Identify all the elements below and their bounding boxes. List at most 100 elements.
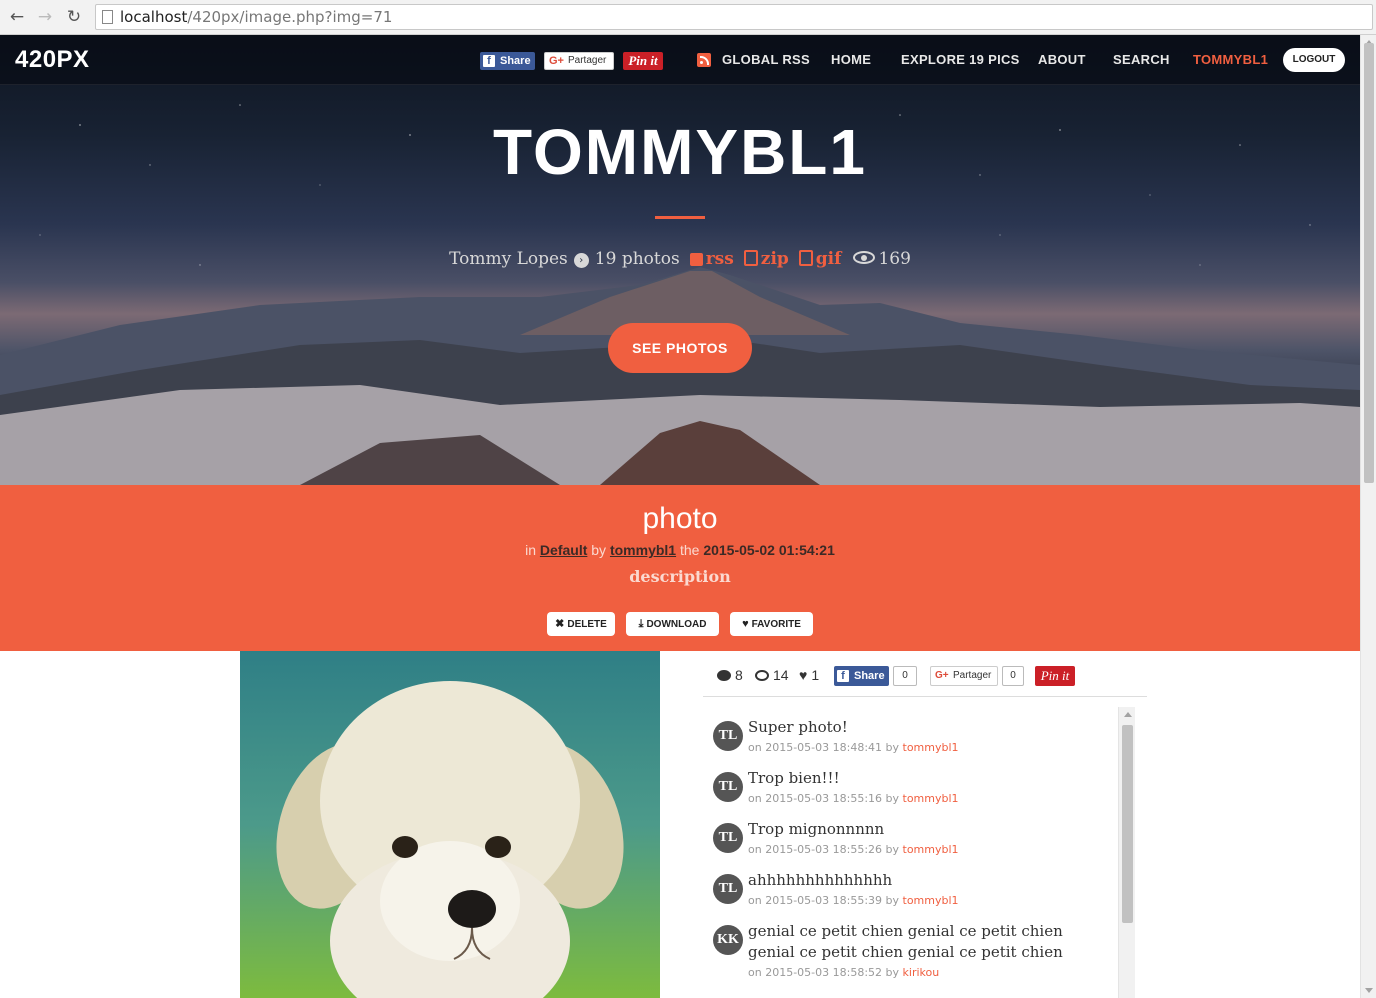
comment-meta: on 2015-05-03 18:58:52 by kirikou xyxy=(748,966,939,979)
browser-toolbar: ← → ↻ localhost/420px/image.php?img=71 xyxy=(0,0,1376,35)
comments-scrollbar[interactable] xyxy=(1118,707,1135,998)
profile-hero: 420PX f Share G+ Partager Pin it GLOBAL … xyxy=(0,35,1360,485)
avatar: TL xyxy=(713,874,743,904)
download-label: DOWNLOAD xyxy=(646,619,707,630)
scroll-down-icon[interactable] xyxy=(1365,988,1373,993)
gplus-share-button[interactable]: G+ Partager xyxy=(930,666,998,686)
rss-icon xyxy=(697,53,711,67)
pinterest-button[interactable]: Pin it xyxy=(1035,666,1075,686)
view-count: 14 xyxy=(755,667,789,683)
comment-author[interactable]: tommybl1 xyxy=(903,843,959,856)
photo-info-band: photo in Default by tommybl1 the 2015-05… xyxy=(0,485,1360,651)
avatar: TL xyxy=(713,772,743,802)
heart-icon: ♥ xyxy=(742,618,749,630)
gplus-share-label: Partager xyxy=(953,670,992,681)
photo-byline: in Default by tommybl1 the 2015-05-02 01… xyxy=(0,542,1360,558)
page-scrollbar[interactable] xyxy=(1360,35,1376,998)
comment-meta: on 2015-05-03 18:55:39 by tommybl1 xyxy=(748,894,959,907)
url-path: /420px/image.php?img=71 xyxy=(187,8,393,26)
address-url[interactable]: localhost/420px/image.php?img=71 xyxy=(120,8,392,26)
site-navbar: 420PX f Share G+ Partager Pin it GLOBAL … xyxy=(0,35,1360,85)
comment-author[interactable]: kirikou xyxy=(903,966,940,979)
photo-title: photo xyxy=(642,502,718,535)
rss-link[interactable]: rss xyxy=(689,249,734,269)
profile-views: 169 xyxy=(878,249,911,269)
download-icon: ⤓ xyxy=(638,618,644,630)
nav-about[interactable]: ABOUT xyxy=(1038,52,1086,67)
gplus-icon: G+ xyxy=(935,670,949,681)
main-photo xyxy=(240,651,660,998)
scroll-up-icon[interactable] xyxy=(1124,712,1132,717)
puppy-photo-image xyxy=(240,651,660,998)
photos-count: 19 photos xyxy=(594,249,680,269)
comment-date: on 2015-05-03 18:55:16 by xyxy=(748,792,900,805)
comment-meta: on 2015-05-03 18:55:26 by tommybl1 xyxy=(748,843,959,856)
rss-link-label: rss xyxy=(705,249,734,269)
delete-button[interactable]: ✖ DELETE xyxy=(547,612,615,636)
byline-by: by xyxy=(591,542,607,558)
like-count: ♥ 1 xyxy=(799,667,819,683)
comment-author[interactable]: tommybl1 xyxy=(903,741,959,754)
comment-date: on 2015-05-03 18:58:52 by xyxy=(748,966,900,979)
avatar: TL xyxy=(713,823,743,853)
nav-user-profile[interactable]: TOMMYBL1 xyxy=(1193,52,1268,67)
gplus-icon: G+ xyxy=(549,55,564,67)
url-host: localhost xyxy=(120,8,188,26)
page-scrollbar-thumb[interactable] xyxy=(1364,43,1374,483)
pinterest-button[interactable]: Pin it xyxy=(623,52,663,70)
heart-icon: ♥ xyxy=(799,667,808,683)
close-icon: ✖ xyxy=(555,618,565,630)
download-button[interactable]: ⤓ DOWNLOAD xyxy=(626,612,719,636)
album-link[interactable]: Default xyxy=(540,542,587,558)
nav-explore[interactable]: EXPLORE 19 PICS xyxy=(901,52,1020,67)
byline-the: the xyxy=(679,542,700,558)
photo-stats-bar: 8 14 ♥ 1 f Share 0 G+ Partager 0 Pin it xyxy=(703,657,1147,697)
zip-link-label: zip xyxy=(760,249,789,269)
forward-arrow-icon[interactable]: → xyxy=(34,6,56,28)
logout-button[interactable]: LOGOUT xyxy=(1283,48,1345,72)
comment-author[interactable]: tommybl1 xyxy=(903,792,959,805)
comment-author[interactable]: tommybl1 xyxy=(903,894,959,907)
avatar: TL xyxy=(713,721,743,751)
profile-meta: Tommy Lopes › 19 photos rss zip gif 169 xyxy=(0,249,1360,269)
avatar: KK xyxy=(713,925,743,955)
facebook-icon: f xyxy=(837,670,849,682)
favorite-label: FAVORITE xyxy=(751,619,801,630)
facebook-share-button[interactable]: f Share xyxy=(834,666,889,686)
comment-text: Trop bien!!! xyxy=(748,769,840,787)
file-image-icon xyxy=(798,250,813,266)
page-icon xyxy=(102,10,113,24)
favorite-button[interactable]: ♥ FAVORITE xyxy=(730,612,813,636)
nav-search[interactable]: SEARCH xyxy=(1113,52,1170,67)
facebook-share-label: Share xyxy=(854,670,885,682)
back-arrow-icon[interactable]: ← xyxy=(6,6,28,28)
nav-home[interactable]: HOME xyxy=(831,52,871,67)
comments-list[interactable]: TL Super photo! on 2015-05-03 18:48:41 b… xyxy=(703,705,1136,998)
comment-date: on 2015-05-03 18:48:41 by xyxy=(748,741,900,754)
gplus-share-label: Partager xyxy=(568,55,607,66)
gif-link[interactable]: gif xyxy=(798,249,842,269)
comment-date: on 2015-05-03 18:55:39 by xyxy=(748,894,900,907)
gplus-share-button[interactable]: G+ Partager xyxy=(544,52,614,70)
site-logo[interactable]: 420PX xyxy=(15,46,90,74)
profile-title: TOMMYBL1 xyxy=(493,116,867,188)
profile-full-name: Tommy Lopes xyxy=(449,249,568,269)
gif-link-label: gif xyxy=(815,249,842,269)
reload-icon[interactable]: ↻ xyxy=(63,6,85,28)
comments-scrollbar-thumb[interactable] xyxy=(1122,725,1133,923)
gplus-share-count: 0 xyxy=(1002,666,1024,686)
title-divider xyxy=(655,216,705,219)
comment-meta: on 2015-05-03 18:48:41 by tommybl1 xyxy=(748,741,959,754)
address-bar[interactable]: localhost/420px/image.php?img=71 xyxy=(95,4,1373,30)
author-link[interactable]: tommybl1 xyxy=(610,542,676,558)
facebook-share-button[interactable]: f Share xyxy=(480,52,535,70)
chevron-right-icon: › xyxy=(573,253,589,268)
see-photos-button[interactable]: SEE PHOTOS xyxy=(608,323,752,373)
rss-feed-icon xyxy=(689,253,703,266)
byline-in: in xyxy=(525,542,537,558)
views-eye-icon xyxy=(853,251,876,264)
nav-global-rss[interactable]: GLOBAL RSS xyxy=(722,52,810,67)
zip-link[interactable]: zip xyxy=(743,249,789,269)
eye-icon xyxy=(755,670,769,681)
facebook-share-count: 0 xyxy=(893,666,917,686)
